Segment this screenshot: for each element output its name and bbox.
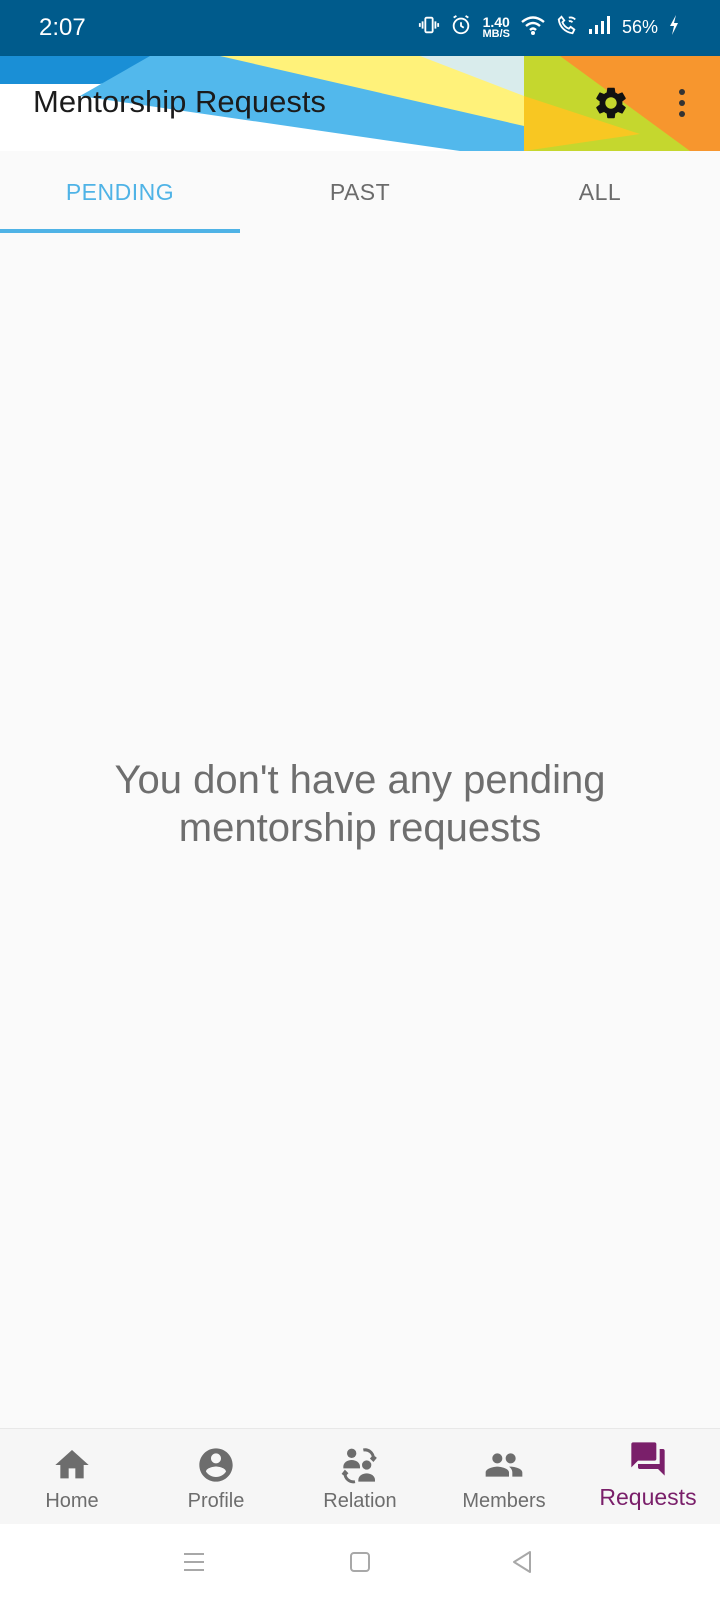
nav-item-relation[interactable]: Relation bbox=[288, 1429, 432, 1525]
gear-icon bbox=[596, 87, 626, 119]
back-icon bbox=[513, 1551, 531, 1573]
nav-label-home: Home bbox=[45, 1490, 99, 1512]
nav-label-requests: Requests bbox=[599, 1484, 697, 1510]
nav-label-relation: Relation bbox=[323, 1490, 397, 1512]
wifi-icon bbox=[520, 14, 546, 41]
system-navigation-bar bbox=[0, 1524, 720, 1600]
net-speed: 1.40 MB/S bbox=[482, 15, 510, 40]
home-system-button[interactable] bbox=[340, 1542, 380, 1582]
status-icons: 1.40 MB/S 56% bbox=[418, 12, 680, 42]
nav-label-profile: Profile bbox=[187, 1490, 245, 1512]
settings-button[interactable] bbox=[588, 80, 634, 126]
signal-icon bbox=[588, 15, 612, 40]
app-bar: Mentorship Requests bbox=[0, 56, 720, 151]
home-square-icon bbox=[350, 1552, 370, 1572]
tab-bar: PENDING PAST ALL bbox=[0, 151, 720, 233]
recents-icon bbox=[184, 1553, 204, 1571]
status-bar: 2:07 1.40 MB/S 56% bbox=[0, 0, 720, 56]
tab-indicator bbox=[0, 229, 240, 233]
wifi-calling-icon bbox=[556, 14, 578, 41]
relation-icon bbox=[341, 1448, 377, 1484]
nav-item-requests[interactable]: Requests bbox=[576, 1429, 720, 1525]
more-vertical-icon bbox=[679, 89, 685, 117]
page-title: Mentorship Requests bbox=[33, 84, 326, 119]
nav-label-members: Members bbox=[462, 1490, 546, 1512]
tab-past[interactable]: PAST bbox=[240, 151, 480, 233]
recents-button[interactable] bbox=[174, 1542, 214, 1582]
tab-pending[interactable]: PENDING bbox=[0, 151, 240, 233]
battery-percent: 56% bbox=[621, 17, 658, 37]
nav-item-profile[interactable]: Profile bbox=[144, 1429, 288, 1525]
people-icon bbox=[485, 1453, 523, 1477]
nav-item-members[interactable]: Members bbox=[432, 1429, 576, 1525]
nav-item-home[interactable]: Home bbox=[0, 1429, 144, 1525]
net-speed-unit: MB/S bbox=[482, 27, 510, 40]
app-screen: 2:07 1.40 MB/S 56% Mentorship Requests P… bbox=[0, 0, 720, 1600]
more-options-button[interactable] bbox=[664, 80, 700, 126]
forum-icon bbox=[631, 1442, 665, 1476]
status-time: 2:07 bbox=[39, 14, 86, 41]
account-circle-icon bbox=[199, 1448, 233, 1482]
back-button[interactable] bbox=[502, 1542, 542, 1582]
tab-all[interactable]: ALL bbox=[480, 151, 720, 233]
bottom-navigation: Home Profile Relation Members Requests bbox=[0, 1428, 720, 1525]
vibrate-icon bbox=[418, 14, 440, 41]
empty-state-message: You don't have any pending mentorship re… bbox=[114, 758, 606, 850]
home-icon bbox=[55, 1450, 89, 1479]
battery-charging-icon bbox=[668, 14, 680, 41]
net-speed-value: 1.40 bbox=[482, 13, 510, 30]
alarm-icon bbox=[450, 14, 472, 41]
